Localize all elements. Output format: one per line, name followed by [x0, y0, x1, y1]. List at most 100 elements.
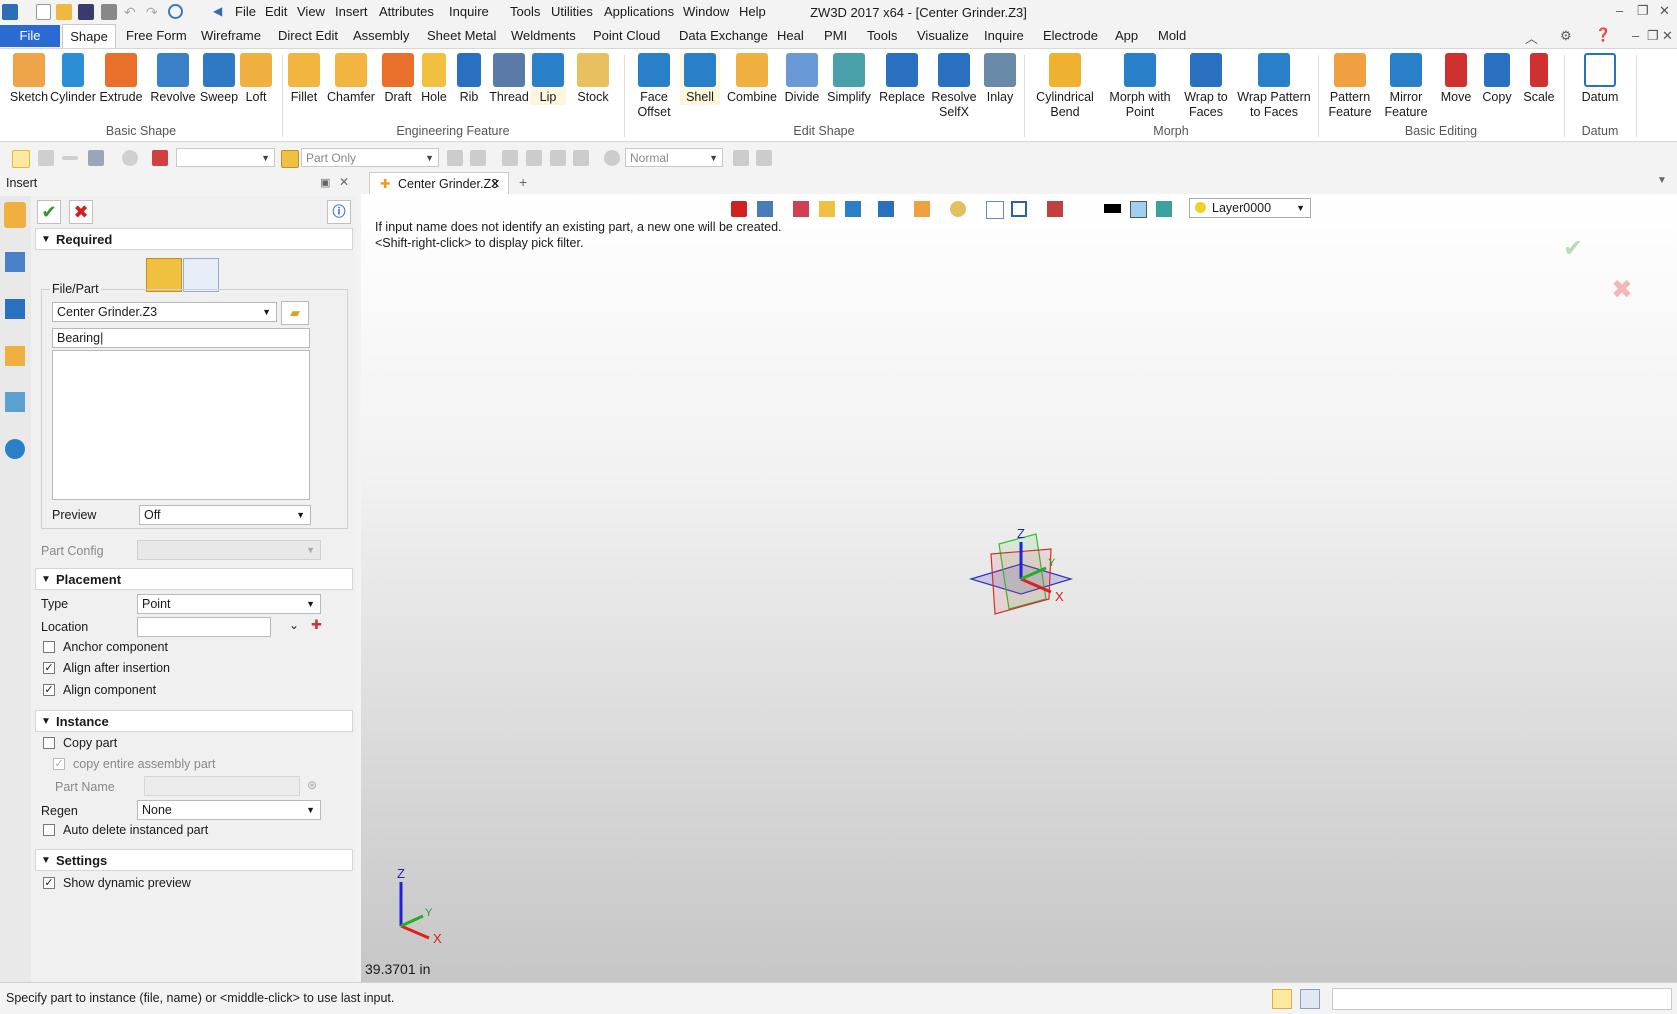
toolbar-icon[interactable] [470, 150, 486, 166]
lip-button[interactable]: Lip [530, 53, 566, 105]
menu-edit[interactable]: Edit [265, 4, 287, 19]
morph-with-point-button[interactable]: Morph with Point [1106, 53, 1174, 120]
preview-dropdown[interactable]: Off ▼ [139, 505, 311, 525]
print-icon[interactable] [101, 4, 117, 20]
align-after-insertion-checkbox[interactable]: ✓ [43, 662, 55, 674]
revolve-button[interactable]: Revolve [150, 53, 196, 105]
assembly-tree-icon[interactable] [5, 299, 25, 319]
section-settings[interactable]: ▼ Settings [35, 849, 353, 871]
select-arrow-icon[interactable] [12, 150, 30, 168]
sketch-button[interactable]: Sketch [8, 53, 50, 105]
replace-button[interactable]: Replace [878, 53, 926, 105]
tab-point-cloud[interactable]: Point Cloud [593, 28, 660, 43]
history-tree-icon[interactable] [5, 252, 25, 272]
document-tab[interactable]: ✚ Center Grinder.Z3 ✕ [369, 172, 509, 195]
tab-app[interactable]: App [1115, 28, 1138, 43]
settings-gear-icon[interactable]: ⚙ [1560, 28, 1572, 44]
datum-triad[interactable]: Z X Y [961, 524, 1081, 634]
view-tool-icon[interactable] [914, 201, 930, 217]
show-dynamic-preview-checkbox[interactable]: ✓ [43, 877, 55, 889]
insert-tool-icon[interactable] [4, 202, 26, 228]
menu-attributes[interactable]: Attributes [379, 4, 434, 19]
toolbar-icon[interactable] [756, 150, 772, 166]
browse-folder-icon[interactable]: ▰ [281, 301, 309, 325]
part-filter-icon[interactable] [281, 150, 299, 168]
minus-icon[interactable] [62, 156, 78, 160]
view-tool-icon[interactable] [1047, 201, 1063, 217]
user-icon[interactable] [5, 439, 25, 459]
tab-tools[interactable]: Tools [867, 28, 897, 43]
section-placement[interactable]: ▼ Placement [35, 568, 353, 590]
type-dropdown[interactable]: Point ▼ [137, 594, 321, 614]
part-library-icon[interactable] [5, 346, 25, 366]
left-arrow-icon[interactable]: ◀ [213, 4, 229, 20]
view-tool-icon[interactable] [1011, 201, 1027, 217]
cylindrical-bend-button[interactable]: Cylindrical Bend [1030, 53, 1100, 120]
copy-part-checkbox[interactable] [43, 737, 55, 749]
view-tool-icon[interactable] [757, 201, 773, 217]
menu-help[interactable]: Help [739, 4, 766, 19]
menu-file[interactable]: File [235, 4, 256, 19]
part-name-options-icon[interactable]: ⊛ [307, 778, 317, 792]
toolbar-icon[interactable] [550, 150, 566, 166]
toolbar-icon[interactable] [573, 150, 589, 166]
wrap-to-faces-button[interactable]: Wrap to Faces [1180, 53, 1232, 120]
statistics-icon[interactable] [152, 150, 168, 166]
help-icon[interactable]: ❓ [1595, 27, 1611, 43]
mode-icon[interactable] [604, 150, 620, 166]
draft-button[interactable]: Draft [380, 53, 416, 105]
mirror-feature-button[interactable]: Mirror Feature [1380, 53, 1432, 120]
copy-button[interactable]: Copy [1478, 53, 1516, 105]
part-name-input[interactable]: Bearing| [52, 328, 310, 348]
tab-assembly[interactable]: Assembly [353, 28, 409, 43]
minimize-icon[interactable]: – [1616, 3, 1623, 18]
section-instance[interactable]: ▼ Instance [35, 710, 353, 732]
tab-direct-edit[interactable]: Direct Edit [278, 28, 338, 43]
redo-icon[interactable]: ↷ [146, 4, 162, 20]
rib-button[interactable]: Rib [452, 53, 486, 105]
face-color-icon[interactable] [1130, 201, 1147, 218]
view-tool-icon[interactable] [878, 201, 894, 217]
open-file-icon[interactable] [56, 4, 72, 20]
tab-sheet-metal[interactable]: Sheet Metal [427, 28, 496, 43]
shell-button[interactable]: Shell [680, 53, 720, 105]
close-icon[interactable]: ✕ [1659, 3, 1670, 19]
part-only-dropdown[interactable]: Part Only ▼ [301, 148, 439, 167]
hole-button[interactable]: Hole [416, 53, 452, 105]
view-tool-icon[interactable] [845, 201, 861, 217]
menu-window[interactable]: Window [683, 4, 729, 19]
tab-mold[interactable]: Mold [1158, 28, 1186, 43]
line-color-icon[interactable] [1104, 204, 1121, 213]
menu-utilities[interactable]: Utilities [551, 4, 593, 19]
ok-button[interactable]: ✔ [37, 200, 61, 224]
view-tool-icon[interactable] [793, 201, 809, 217]
accept-icon[interactable]: ✔ [1563, 234, 1583, 263]
graphics-viewport[interactable]: Layer0000 ▼ If input name does not ident… [361, 194, 1677, 982]
status-list-icon[interactable] [1300, 989, 1320, 1009]
regen-dropdown[interactable]: None ▼ [137, 800, 321, 820]
instance-part-name-input[interactable] [144, 776, 300, 796]
grid-select-icon[interactable] [88, 150, 104, 166]
status-view-icon[interactable] [1272, 989, 1292, 1009]
view-tool-icon[interactable] [986, 201, 1004, 219]
layer-dropdown[interactable]: Layer0000 ▼ [1189, 198, 1311, 218]
pattern-feature-button[interactable]: Pattern Feature [1324, 53, 1376, 120]
restore-icon[interactable]: ❐ [1637, 3, 1649, 19]
doc-minimize-icon[interactable]: – [1632, 28, 1639, 43]
add-icon[interactable] [38, 150, 54, 166]
cylinder-button[interactable]: Cylinder [50, 53, 96, 105]
section-required[interactable]: ▼ Required [35, 228, 353, 250]
location-input[interactable] [137, 617, 271, 637]
pick-point-icon[interactable]: ✚ [311, 617, 322, 633]
tab-electrode[interactable]: Electrode [1043, 28, 1098, 43]
tab-file[interactable]: File [0, 25, 60, 47]
toolbar-icon[interactable] [526, 150, 542, 166]
new-tab-icon[interactable]: + [519, 174, 527, 190]
filter-circle-icon[interactable] [122, 150, 138, 166]
doc-close-icon[interactable]: ✕ [1662, 28, 1673, 44]
menu-view[interactable]: View [297, 4, 325, 19]
tab-data-exchange[interactable]: Data Exchange [679, 28, 768, 43]
tab-wireframe[interactable]: Wireframe [201, 28, 261, 43]
view-tool-icon[interactable] [950, 201, 966, 217]
layer-tool-icon[interactable] [1156, 201, 1172, 217]
